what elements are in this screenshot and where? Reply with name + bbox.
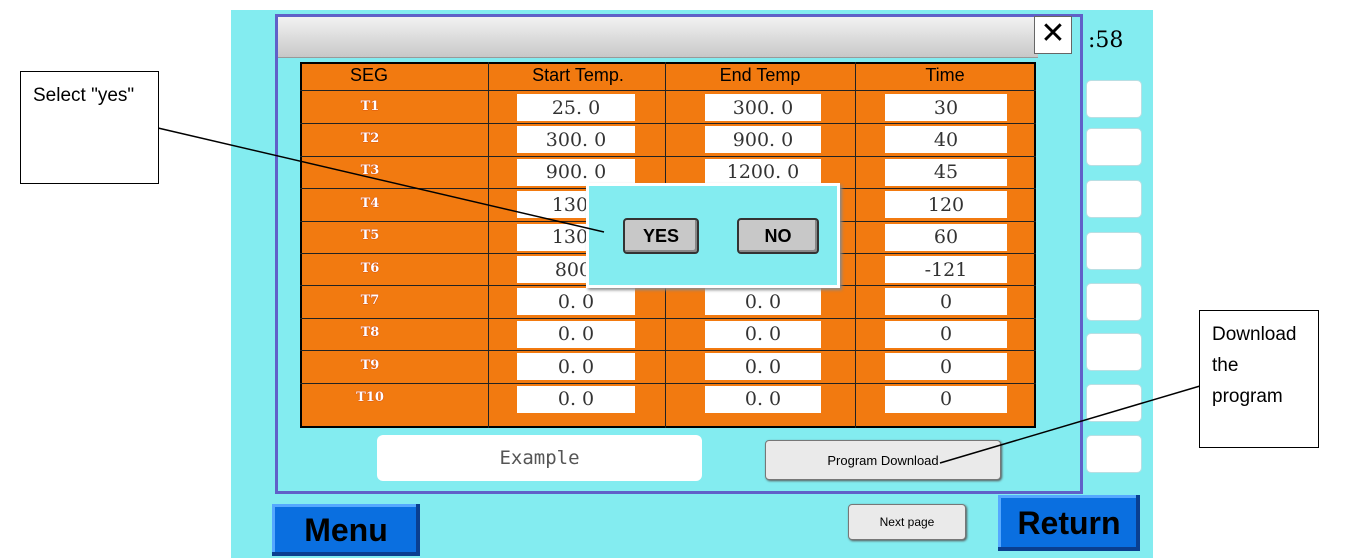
leader-line-yes — [157, 127, 605, 233]
callout-download: Download the program — [1199, 310, 1319, 448]
leader-line-download — [939, 385, 1201, 464]
callout-leaders — [157, 127, 1201, 464]
callout-select-yes: Select "yes" — [20, 71, 159, 184]
